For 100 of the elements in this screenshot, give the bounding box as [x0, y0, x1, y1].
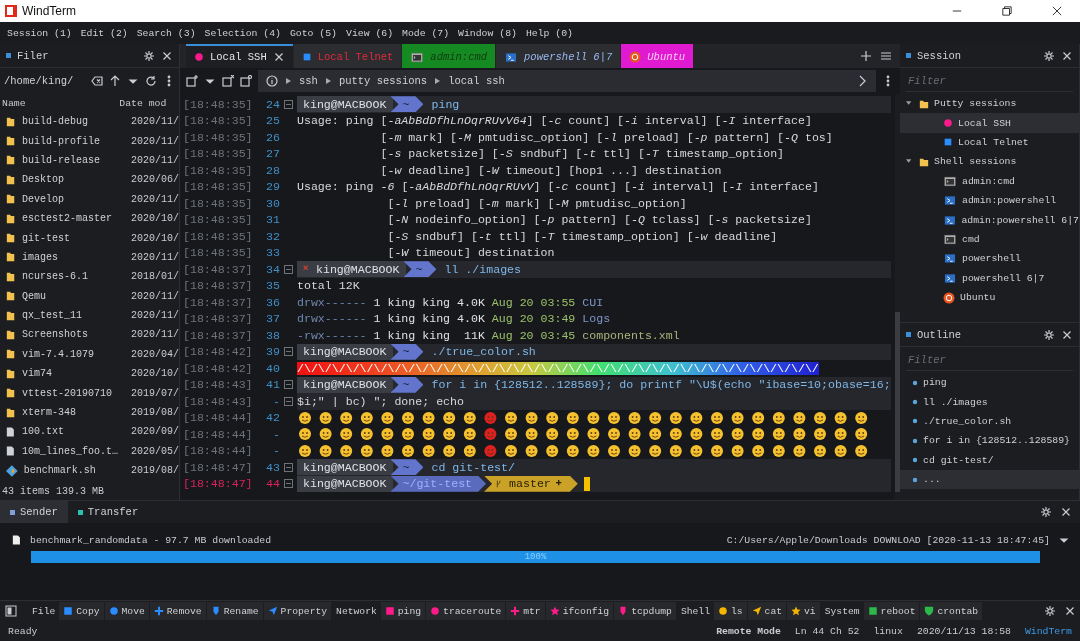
session-tab[interactable]: Local SSH — [186, 44, 293, 68]
file-row[interactable]: esctest2-master 2020/10/ — [0, 208, 179, 229]
close-icon[interactable] — [161, 49, 173, 62]
quick-command-button[interactable]: reboot — [863, 602, 920, 620]
session-tab[interactable]: powershell 6|7 — [496, 44, 621, 68]
timestamp: [18:48:37] — [182, 312, 254, 326]
settings-icon[interactable] — [1043, 49, 1055, 62]
quick-command-button[interactable]: tcpdump — [614, 602, 676, 620]
breadcrumb-item[interactable]: ssh — [299, 75, 318, 87]
close-icon[interactable] — [1060, 506, 1072, 518]
quick-command-button[interactable]: mtr — [506, 602, 545, 620]
file-row[interactable]: Screenshots 2020/11/ — [0, 325, 179, 345]
filter-field[interactable]: Filter — [906, 349, 1073, 371]
menu-item[interactable]: Goto (5) — [289, 27, 337, 39]
file-date: 2019/08/ — [131, 407, 179, 419]
settings-icon[interactable] — [1044, 605, 1056, 617]
app-name-link[interactable]: WindTerm — [1024, 625, 1072, 637]
os-indicator[interactable]: linux — [873, 625, 903, 637]
settings-icon[interactable] — [1040, 506, 1052, 518]
quick-command-button[interactable]: Remove — [149, 602, 206, 620]
file-row[interactable]: Develop 2020/11/ — [0, 189, 179, 209]
file-row[interactable]: xterm-348 2019/08/ — [0, 402, 179, 423]
file-row[interactable]: build-profile 2020/11/ — [0, 131, 179, 151]
settings-icon[interactable] — [1043, 328, 1055, 341]
up-arrow-icon[interactable] — [109, 75, 121, 87]
new-session-icon[interactable] — [186, 75, 198, 87]
file-row[interactable]: 10m_lines_foo.t… 2020/05/ — [0, 441, 179, 462]
duplicate-session-icon[interactable] — [240, 75, 252, 87]
session-item[interactable]: admin:powershell 6|7 — [900, 210, 1079, 230]
menu-item[interactable]: Session (1) — [7, 27, 72, 39]
close-icon[interactable] — [1061, 328, 1073, 341]
session-item[interactable]: admin:cmd — [900, 171, 1079, 191]
file-row[interactable]: qx_test_11 2020/11/ — [0, 305, 179, 326]
file-row[interactable]: ncurses-6.1 2018/01/ — [0, 267, 179, 287]
file-row[interactable]: vim-7.4.1079 2020/04/ — [0, 344, 179, 365]
filter-field[interactable]: Filter — [906, 70, 1073, 92]
menu-item[interactable]: Window (8) — [458, 27, 517, 39]
file-row[interactable]: 100.txt 2020/09/ — [0, 422, 179, 442]
mode-indicator[interactable]: Remote Mode — [716, 625, 781, 637]
scrollbar[interactable] — [894, 94, 900, 500]
quick-command-button[interactable]: Rename — [206, 602, 263, 620]
close-icon[interactable] — [272, 51, 285, 63]
quick-command-button[interactable]: crontab — [920, 602, 983, 620]
path-field[interactable]: /home/king/ — [4, 75, 85, 87]
quick-command-button[interactable]: ls — [713, 602, 747, 620]
menu-item[interactable]: View (6) — [346, 27, 394, 39]
menu-item[interactable]: Search (3) — [136, 27, 196, 39]
file-row[interactable]: git-test 2020/10/ — [0, 228, 179, 248]
refresh-icon[interactable] — [145, 75, 157, 87]
session-item[interactable]: Putty sessions — [900, 94, 1079, 114]
file-row[interactable]: build-debug 2020/11/ — [0, 112, 179, 132]
session-item[interactable]: powershell 6|7 — [900, 268, 1079, 288]
file-row[interactable]: images 2020/11/ — [0, 247, 179, 268]
breadcrumb-item[interactable]: putty sessions — [338, 75, 428, 87]
close-icon[interactable] — [1064, 605, 1076, 617]
quick-command-button[interactable]: cat — [747, 602, 787, 620]
quick-command-button[interactable]: vi — [787, 602, 820, 620]
info-icon[interactable] — [266, 75, 278, 87]
menu-item[interactable]: Mode (7) — [402, 27, 450, 39]
column-header[interactable]: Name — [2, 97, 120, 109]
breadcrumb-item[interactable]: local ssh — [448, 75, 505, 87]
outline-item[interactable]: for i in {128512..128589} — [900, 431, 1079, 451]
outline-item[interactable]: ./true_color.sh — [900, 411, 1079, 432]
quick-command-button[interactable]: traceroute — [426, 602, 506, 620]
outline-item[interactable]: ping — [900, 373, 1079, 393]
session-item[interactable]: Shell sessions — [900, 152, 1079, 172]
menu-icon[interactable] — [880, 50, 892, 62]
close-icon[interactable] — [1061, 49, 1073, 62]
cursor-position[interactable]: Ln 44 Ch 52 — [794, 625, 860, 637]
menu-item[interactable]: Selection (4) — [204, 27, 281, 39]
session-item[interactable]: Local SSH — [900, 113, 1079, 133]
quick-command-button[interactable]: Copy — [59, 602, 104, 620]
quick-command-button[interactable]: ifconfig — [545, 602, 614, 620]
column-header[interactable]: Date mod — [119, 97, 179, 109]
outline-item[interactable]: cd git-test/ — [900, 450, 1079, 470]
file-row[interactable]: vttest-20190710 2019/07/ — [0, 383, 179, 403]
session-item[interactable]: cmd — [900, 229, 1079, 250]
timestamp: [18:48:42] — [182, 361, 254, 375]
file-row[interactable]: vim74 2020/10/ — [0, 364, 179, 384]
panel-tab[interactable]: Sender — [0, 501, 68, 523]
menu-item[interactable]: Help (0) — [525, 27, 573, 39]
session-item[interactable]: Ubuntu — [900, 287, 1079, 308]
session-item[interactable]: powershell — [900, 249, 1079, 269]
backspace-icon[interactable] — [91, 75, 103, 87]
close-session-icon[interactable] — [222, 75, 234, 87]
file-row[interactable]: Qemu 2020/11/ — [0, 286, 179, 306]
file-row[interactable]: build-release 2020/11/ — [0, 150, 179, 171]
outline-item[interactable]: ... — [900, 469, 1079, 490]
add-tab-icon[interactable] — [860, 50, 872, 62]
file-row[interactable]: benchmark.sh 2019/08/ — [0, 461, 179, 481]
settings-icon[interactable] — [143, 49, 155, 62]
outline-item[interactable]: ll ./images — [900, 392, 1079, 412]
panel-tab[interactable]: Transfer — [67, 501, 149, 523]
file-row[interactable]: Desktop 2020/06/ — [0, 170, 179, 190]
menu-item[interactable]: Edit (2) — [80, 27, 128, 39]
quick-command-button[interactable]: Move — [104, 602, 149, 620]
session-item[interactable]: Local Telnet — [900, 132, 1079, 153]
quick-command-button[interactable]: ping — [380, 602, 426, 620]
quick-command-button[interactable]: Property — [263, 602, 332, 620]
session-item[interactable]: admin:powershell — [900, 190, 1079, 211]
